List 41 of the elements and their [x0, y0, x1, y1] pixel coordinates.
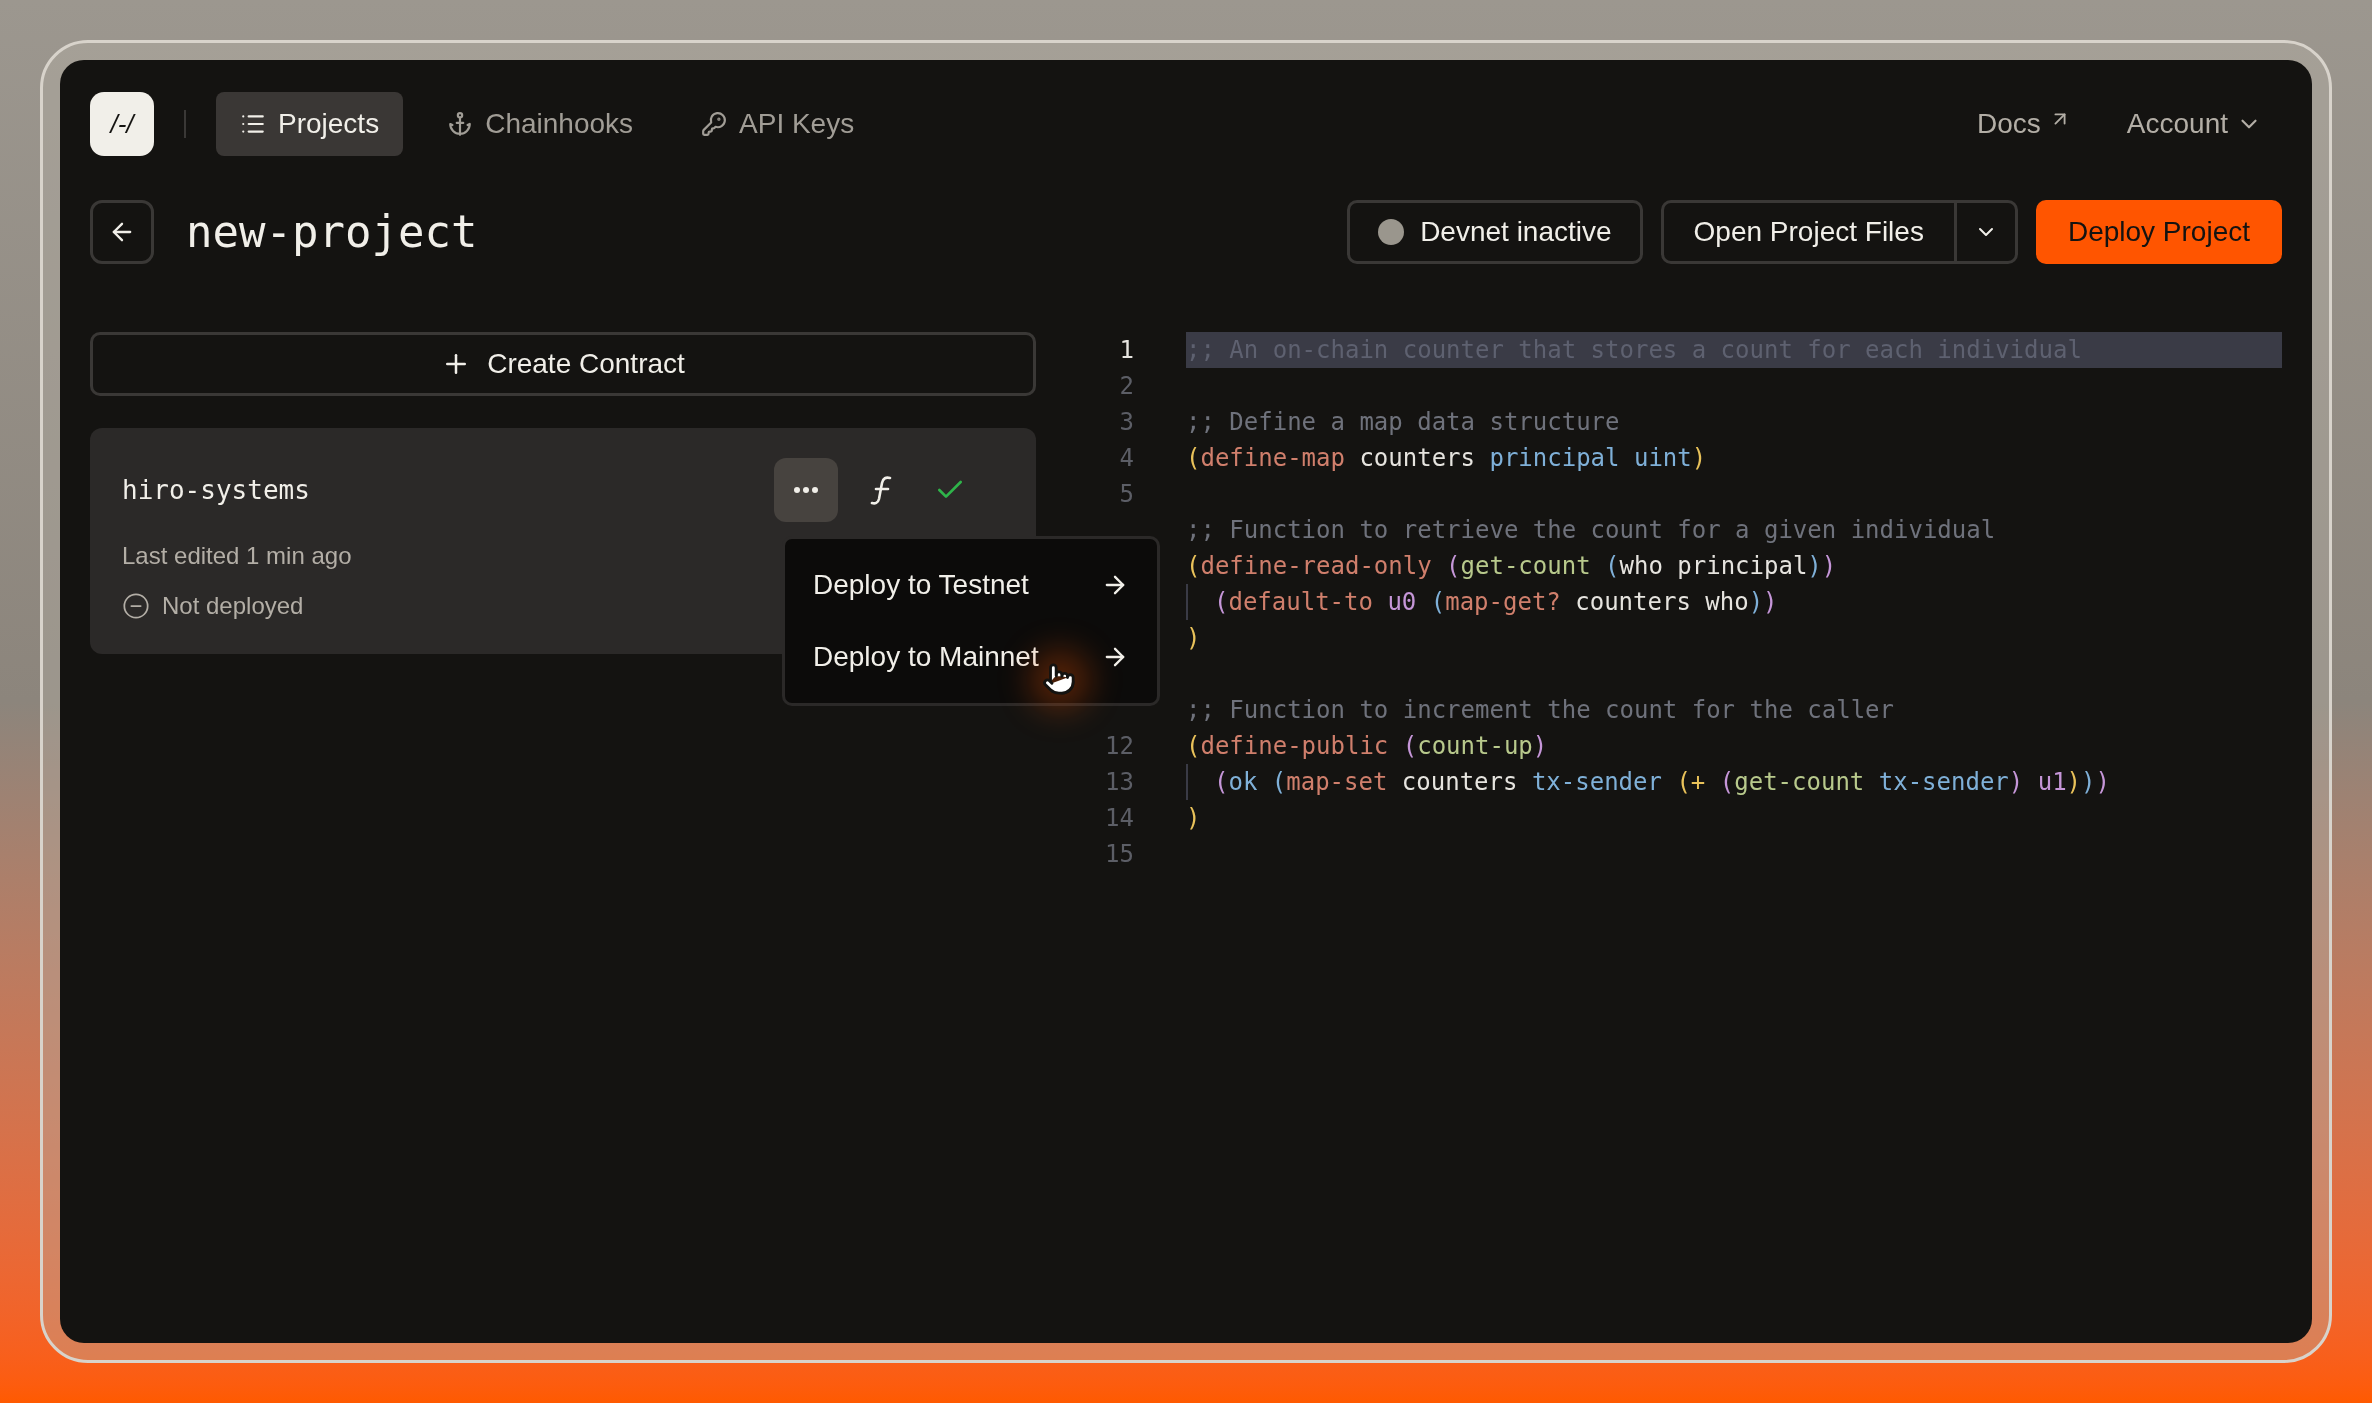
project-title: new-project [186, 205, 478, 259]
code-line: (define-public (count-up) [1186, 731, 1548, 762]
devnet-status-button[interactable]: Devnet inactive [1347, 200, 1643, 264]
line-number: 5 [1119, 480, 1134, 508]
line-number: 14 [1105, 804, 1134, 832]
nav-link[interactable]: Docs [1977, 103, 2071, 145]
last-edited-text: Last edited 1 min ago [122, 541, 353, 571]
code-line: (define-map counters principal uint) [1186, 443, 1707, 474]
tab-icon [447, 111, 474, 137]
line-number: 15 [1105, 840, 1134, 868]
line-number: 13 [1105, 768, 1134, 796]
code-line: ;; Function to increment the count for the caller [1186, 695, 1894, 726]
code-line: ;; Define a map data structure [1186, 407, 1620, 438]
code-line: ;; Function to retrieve the count for a given individual [1186, 515, 1996, 546]
create-contract-button[interactable]: Create Contract [90, 332, 1036, 396]
nav-tab[interactable]: API Keys [677, 92, 879, 156]
logo[interactable]: /-/ [90, 92, 154, 156]
line-number: 12 [1105, 732, 1134, 760]
nav-link[interactable]: Account [2126, 103, 2262, 145]
menu-item[interactable]: Deploy to Mainnet [813, 629, 1129, 685]
line-number: 2 [1119, 372, 1134, 400]
nav-tab[interactable]: Projects [216, 92, 404, 156]
menu-item[interactable]: Deploy to Testnet [813, 557, 1129, 613]
tab-icon [701, 111, 728, 137]
line-number: 3 [1119, 408, 1134, 436]
code-line: (default-to u0 (map-get? counters who)) [1214, 587, 1778, 618]
nav-tab[interactable]: Chainhooks [423, 92, 658, 156]
line-number: 4 [1119, 444, 1134, 472]
more-options-button[interactable] [774, 458, 838, 522]
deploy-status-text: Not deployed [162, 591, 304, 621]
code-line: (define-read-only (get-count (who principal)) [1186, 551, 1837, 582]
code-line: ) [1186, 803, 1201, 834]
back-button[interactable] [90, 200, 154, 264]
hand-cursor-icon [1042, 662, 1076, 696]
deploy-project-button[interactable]: Deploy Project [2035, 200, 2282, 264]
line-number: 1 [1119, 336, 1134, 364]
ellipsis-icon [794, 487, 818, 493]
function-icon[interactable] [870, 475, 894, 505]
contract-name: hiro-systems [122, 473, 310, 507]
code-line: (ok (map-set counters tx-sender (+ (get-count tx-sender) u1))) [1214, 767, 2110, 798]
code-line: ) [1186, 623, 1201, 654]
